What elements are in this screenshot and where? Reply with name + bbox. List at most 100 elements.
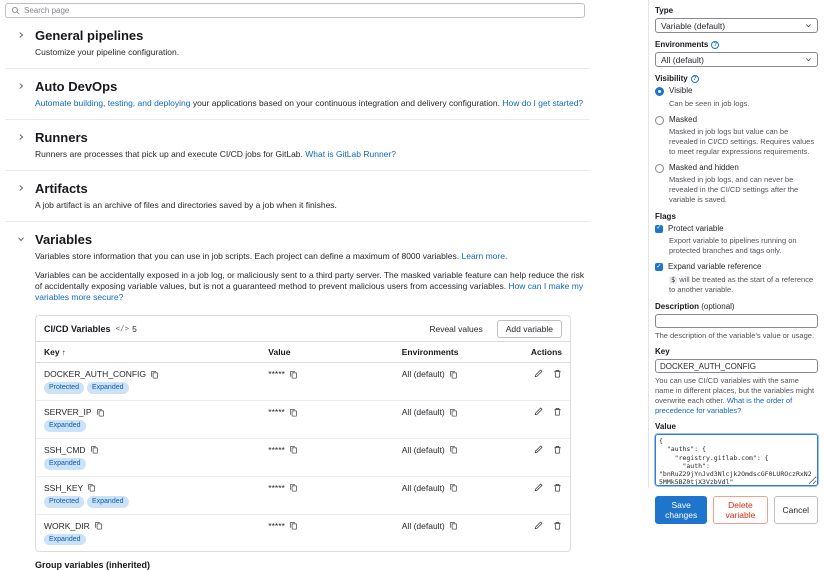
section-runners: Runners Runners are processes that pick …: [5, 120, 590, 171]
table-header-row: Key↑ Value Environments Actions: [36, 342, 570, 363]
chevron-right-icon[interactable]: [17, 31, 25, 41]
description-label: Description (optional): [655, 302, 818, 311]
chevron-down-icon[interactable]: [17, 235, 25, 245]
column-header-key[interactable]: Key↑: [36, 342, 260, 363]
section-desc: Runners are processes that pick up and e…: [35, 149, 590, 160]
variable-value-masked: *****: [268, 521, 285, 531]
value-textarea[interactable]: { "auths": { "registry.gitlab.com": { "a…: [655, 434, 818, 486]
variables-card-title: CI/CD Variables: [44, 324, 111, 334]
environments-label: Environments?: [655, 40, 818, 49]
copy-icon[interactable]: [289, 445, 298, 454]
main-content: General pipelines Customize your pipelin…: [0, 0, 648, 488]
variable-environment: All (default): [402, 407, 445, 417]
delete-icon[interactable]: [553, 369, 562, 378]
copy-icon[interactable]: [289, 521, 298, 530]
type-label: Type: [655, 6, 818, 15]
flag-desc: $ will be treated as the start of a refe…: [669, 275, 818, 295]
chevron-right-icon[interactable]: [17, 184, 25, 194]
description-helper: The description of the variable's value …: [655, 331, 818, 341]
chevron-down-icon: [805, 22, 812, 29]
copy-icon[interactable]: [449, 445, 458, 454]
radio-checked-icon[interactable]: [655, 87, 664, 96]
auto-devops-link[interactable]: Automate building, testing, and deployin…: [35, 98, 190, 108]
variable-value-masked: *****: [268, 369, 285, 379]
help-icon[interactable]: ?: [691, 75, 699, 83]
radio-unchecked-icon[interactable]: [655, 116, 664, 125]
expand-variable-checkbox[interactable]: ✓ Expand variable reference: [655, 262, 818, 273]
copy-icon[interactable]: [96, 408, 105, 417]
section-title[interactable]: Auto DevOps: [35, 79, 590, 94]
dollar-code: $: [669, 276, 677, 284]
environments-select[interactable]: All (default): [655, 52, 818, 67]
edit-icon[interactable]: [534, 407, 543, 416]
visibility-option-masked[interactable]: Masked: [655, 115, 818, 126]
variables-count: 5: [132, 324, 137, 334]
edit-icon[interactable]: [534, 483, 543, 492]
variable-key: SSH_CMD: [44, 445, 86, 455]
protected-badge: Protected: [44, 496, 84, 508]
section-artifacts: Artifacts A job artifact is an archive o…: [5, 171, 590, 222]
ci-cd-settings-page: General pipelines Customize your pipelin…: [0, 0, 825, 488]
visibility-group: Visibility? Visible Can be seen in job l…: [655, 74, 818, 205]
copy-icon[interactable]: [90, 445, 99, 454]
cancel-button[interactable]: Cancel: [774, 496, 818, 524]
what-is-runner-link[interactable]: What is GitLab Runner?: [305, 149, 396, 159]
group-variables-heading: Group variables (inherited): [35, 560, 648, 570]
visibility-option-visible[interactable]: Visible: [655, 86, 818, 97]
checkbox-checked-icon[interactable]: ✓: [655, 225, 663, 233]
section-desc: Automate building, testing, and deployin…: [35, 98, 590, 109]
key-helper: You can use CI/CD variables with the sam…: [655, 376, 818, 415]
reveal-values-button[interactable]: Reveal values: [421, 321, 490, 337]
value-label: Value: [655, 422, 818, 431]
section-title[interactable]: Artifacts: [35, 181, 590, 196]
copy-icon[interactable]: [150, 370, 159, 379]
key-input[interactable]: [655, 359, 818, 373]
chevron-right-icon[interactable]: [17, 133, 25, 143]
edit-icon[interactable]: [534, 445, 543, 454]
section-title[interactable]: Variables: [35, 232, 590, 247]
section-title[interactable]: General pipelines: [35, 28, 590, 43]
search-box: [5, 3, 585, 18]
protect-variable-checkbox[interactable]: ✓ Protect variable: [655, 224, 818, 235]
learn-more-link[interactable]: Learn more.: [461, 251, 507, 261]
delete-icon[interactable]: [553, 445, 562, 454]
protected-badge: Protected: [44, 382, 84, 394]
visibility-option-desc: Masked in job logs, and can never be rev…: [669, 175, 818, 204]
visibility-option-masked-hidden[interactable]: Masked and hidden: [655, 163, 818, 174]
checkbox-checked-icon[interactable]: ✓: [655, 263, 663, 271]
delete-icon[interactable]: [553, 407, 562, 416]
variable-key: DOCKER_AUTH_CONFIG: [44, 369, 146, 379]
description-input[interactable]: [655, 314, 818, 328]
visibility-option-desc: Can be seen in job logs.: [669, 99, 818, 109]
help-icon[interactable]: ?: [711, 41, 719, 49]
delete-variable-button[interactable]: Delete variable: [713, 496, 767, 524]
flag-desc: Export variable to pipelines running on …: [669, 236, 818, 256]
variable-key: WORK_DIR: [44, 521, 90, 531]
copy-icon[interactable]: [289, 408, 298, 417]
get-started-link[interactable]: How do I get started?: [502, 98, 583, 108]
copy-icon[interactable]: [94, 521, 103, 530]
variables-table: Key↑ Value Environments Actions DOCKER_A…: [36, 341, 570, 551]
search-input[interactable]: [24, 6, 579, 15]
variable-value-masked: *****: [268, 407, 285, 417]
section-desc: A job artifact is an archive of files an…: [35, 200, 590, 211]
section-general-pipelines: General pipelines Customize your pipelin…: [5, 18, 590, 69]
edit-icon[interactable]: [534, 521, 543, 530]
copy-icon[interactable]: [449, 370, 458, 379]
delete-icon[interactable]: [553, 521, 562, 530]
copy-icon[interactable]: [449, 408, 458, 417]
visibility-label: Visibility?: [655, 74, 818, 83]
section-title[interactable]: Runners: [35, 130, 590, 145]
key-label: Key: [655, 347, 818, 356]
delete-icon[interactable]: [553, 483, 562, 492]
radio-unchecked-icon[interactable]: [655, 164, 664, 173]
edit-variable-drawer: Type Variable (default) Environments? Al…: [648, 0, 825, 488]
copy-icon[interactable]: [449, 521, 458, 530]
copy-icon[interactable]: [289, 370, 298, 379]
add-variable-button[interactable]: Add variable: [497, 320, 562, 338]
variables-card-header: CI/CD Variables </> 5 Reveal values Add …: [36, 316, 570, 341]
save-changes-button[interactable]: Save changes: [655, 496, 707, 524]
edit-icon[interactable]: [534, 369, 543, 378]
type-select[interactable]: Variable (default): [655, 18, 818, 33]
chevron-right-icon[interactable]: [17, 82, 25, 92]
